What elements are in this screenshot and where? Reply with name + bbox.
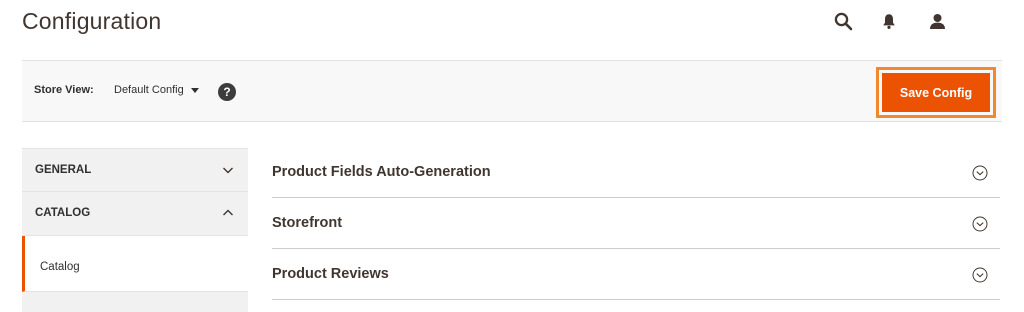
notifications-bell-icon[interactable] — [878, 10, 900, 32]
section-title: Storefront — [272, 215, 343, 231]
store-view-value: Default Config — [114, 84, 184, 96]
sidebar-section-catalog[interactable]: CATALOG — [22, 192, 248, 236]
help-icon[interactable]: ? — [218, 83, 236, 101]
config-sections: Product Fields Auto-Generation Storefron… — [272, 147, 1000, 300]
sidebar-section-general[interactable]: GENERAL — [22, 148, 248, 192]
header-actions — [832, 10, 948, 32]
section-product-fields-auto-generation[interactable]: Product Fields Auto-Generation — [272, 147, 1000, 198]
page-header: Configuration — [0, 0, 1024, 60]
section-storefront[interactable]: Storefront — [272, 198, 1000, 249]
config-sidebar: GENERAL CATALOG Catalog — [22, 148, 248, 312]
sidebar-section-label: GENERAL — [35, 164, 92, 176]
expand-circle-icon — [972, 165, 988, 181]
store-view-switcher[interactable]: Default Config — [114, 84, 199, 96]
section-title: Product Fields Auto-Generation — [272, 164, 491, 180]
chevron-down-icon — [223, 167, 233, 174]
sidebar-next-item — [22, 292, 248, 312]
expand-circle-icon — [972, 216, 988, 232]
sidebar-item-label: Catalog — [40, 261, 80, 273]
chevron-up-icon — [223, 209, 233, 216]
user-account-icon[interactable] — [926, 10, 948, 32]
sidebar-item-catalog[interactable]: Catalog — [22, 236, 248, 292]
sidebar-section-label: CATALOG — [35, 207, 91, 219]
save-button-highlight: Save Config — [876, 67, 996, 118]
save-config-button[interactable]: Save Config — [882, 73, 990, 112]
search-icon[interactable] — [832, 10, 854, 32]
page-title: Configuration — [22, 8, 162, 34]
expand-circle-icon — [972, 267, 988, 283]
store-view-label: Store View: — [34, 84, 94, 96]
store-view-toolbar: Store View: Default Config ? Save Config — [22, 60, 1002, 122]
section-title: Product Reviews — [272, 266, 389, 282]
section-product-reviews[interactable]: Product Reviews — [272, 249, 1000, 300]
caret-down-icon — [190, 87, 199, 93]
